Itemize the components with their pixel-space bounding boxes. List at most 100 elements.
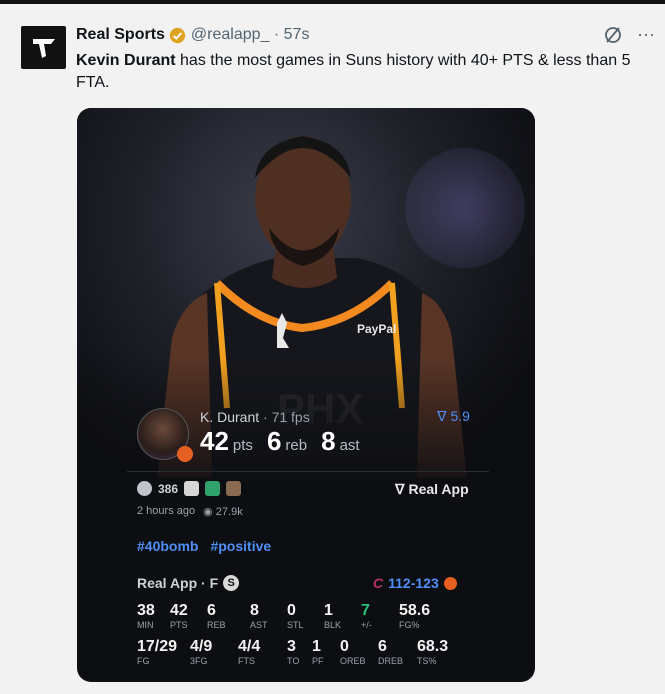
- box-cell: 6 DREB: [378, 638, 417, 667]
- box-label: TO: [287, 656, 300, 666]
- box-cell: 4/9 3FG: [190, 638, 238, 667]
- hashtag-positive[interactable]: #positive: [210, 538, 271, 554]
- box-label: PTS: [170, 620, 188, 630]
- box-value: 0: [287, 602, 296, 619]
- tweet-actions: ···: [603, 24, 655, 45]
- reactions-bar[interactable]: 386: [137, 481, 242, 496]
- real-app-logo-icon: ᐁ: [395, 481, 405, 497]
- brown-react-icon: [226, 481, 242, 496]
- tweet-text: Kevin Durant has the most games in Suns …: [76, 50, 661, 94]
- box-label: AST: [250, 620, 268, 630]
- box-value: 1: [312, 638, 321, 655]
- box-value: 68.3: [417, 638, 449, 655]
- box-cell: 42 PTS: [170, 602, 207, 631]
- handle-and-time[interactable]: @realapp_ · 57s: [191, 26, 310, 44]
- eye-icon: ◉: [203, 506, 213, 518]
- hashtags: #40bomb #positive: [137, 538, 271, 554]
- fps-rating: · 71 fps: [259, 409, 310, 425]
- box-cell: 0 OREB: [340, 638, 378, 667]
- box-value: 38: [137, 602, 155, 619]
- ast-unit: ast: [339, 437, 360, 454]
- box-value: 3: [287, 638, 296, 655]
- goat-icon: [184, 481, 200, 496]
- brand-label: Real App: [408, 481, 469, 497]
- stat-reb: 6: [266, 426, 282, 456]
- box-cell: 68.3 TS%: [417, 638, 467, 667]
- green-react-icon: [205, 481, 221, 496]
- box-cell: 8 AST: [250, 602, 287, 631]
- suns-logo-icon: [443, 576, 457, 590]
- box-label: FTS: [238, 656, 255, 666]
- box-label: OREB: [340, 656, 366, 666]
- score-text: 112-123: [388, 575, 439, 591]
- real-app-link[interactable]: ᐁ Real App: [395, 481, 469, 498]
- game-label-text: Real App · F: [137, 575, 219, 591]
- reb-unit: reb: [285, 437, 308, 454]
- box-cell: 1 PF: [312, 638, 340, 667]
- pts-unit: pts: [232, 437, 253, 454]
- player-line: K. Durant · 71 fps: [200, 409, 310, 425]
- box-value: 42: [170, 602, 188, 619]
- box-value: 0: [340, 638, 349, 655]
- player-name[interactable]: K. Durant: [200, 409, 259, 425]
- box-cell: 38 MIN: [137, 602, 170, 631]
- box-value: 6: [378, 638, 387, 655]
- s-badge: S: [223, 575, 240, 591]
- box-label: DREB: [378, 656, 404, 666]
- rating: ᐁ 5.9: [437, 408, 470, 425]
- box-label: TS%: [417, 656, 437, 666]
- box-value: 7: [361, 602, 370, 619]
- stat-ast: 8: [321, 426, 336, 456]
- box-cell: 17/29 FG: [137, 638, 190, 667]
- box-cell: 1 BLK: [324, 602, 361, 631]
- box-score-row-2: 17/29 FG 4/9 3FG 4/4 FTS 3 TO 1 PF 0 OREB 6 DRE…: [137, 638, 467, 667]
- box-cell: 3 TO: [287, 638, 312, 667]
- svg-text:PayPal: PayPal: [357, 322, 396, 336]
- game-score[interactable]: C 112-123: [373, 575, 457, 591]
- time-ago: 2 hours ago: [137, 505, 196, 517]
- box-label: BLK: [324, 620, 342, 630]
- game-label: Real App · F S: [137, 575, 240, 591]
- account-name[interactable]: Real Sports: [76, 26, 165, 44]
- verified-badge-icon: [169, 27, 186, 43]
- box-cell: 0 STL: [287, 602, 324, 631]
- box-label: PF: [312, 656, 324, 666]
- box-label: 3FG: [190, 656, 208, 666]
- tweet-header: Real Sports @realapp_ · 57s: [76, 26, 309, 44]
- box-label: FG%: [399, 620, 420, 630]
- views-count: 27.9k: [215, 506, 243, 518]
- grok-icon[interactable]: [603, 25, 623, 45]
- box-label: MIN: [137, 620, 154, 630]
- box-value: 17/29: [137, 638, 178, 655]
- headline-stats: 42 pts 6 reb 8 ast: [200, 426, 372, 457]
- team-badge-icon: [177, 446, 193, 462]
- box-cell: 4/4 FTS: [238, 638, 287, 667]
- top-bar: [0, 0, 665, 4]
- box-value: 4/4: [238, 638, 261, 655]
- box-value: 6: [207, 602, 216, 619]
- box-cell: 6 REB: [207, 602, 250, 631]
- box-label: STL: [287, 620, 304, 630]
- real-logo-icon: [32, 38, 55, 58]
- box-cell: 58.6 FG%: [399, 602, 449, 631]
- box-label: REB: [207, 620, 226, 630]
- views: ◉ 27.9k: [203, 505, 243, 518]
- box-label: +/-: [361, 620, 372, 630]
- cavaliers-logo-icon: C: [373, 575, 384, 591]
- media-card[interactable]: PayPal PHX K. Durant · 71 fps 42pts 6reb…: [77, 108, 535, 682]
- stat-pts: 42: [200, 426, 229, 456]
- box-value: 4/9: [190, 638, 213, 655]
- rating-value: 5.9: [450, 408, 470, 424]
- reaction-count: 386: [158, 481, 179, 496]
- box-value: 8: [250, 602, 259, 619]
- real-mark-icon: ᐁ: [437, 408, 447, 424]
- box-score-row-1: 38 MIN 42 PTS 6 REB 8 AST 0 STL 1 BLK 7 +/- 58.…: [137, 602, 449, 631]
- hashtag-40bomb[interactable]: #40bomb: [137, 538, 198, 554]
- post-meta: 2 hours ago ◉ 27.9k: [137, 505, 243, 518]
- tweet-text-bold[interactable]: Kevin Durant: [76, 52, 176, 69]
- divider: [127, 471, 489, 472]
- box-value: 58.6: [399, 602, 431, 619]
- box-label: FG: [137, 656, 150, 666]
- more-options-icon[interactable]: ···: [637, 24, 655, 45]
- account-avatar[interactable]: [21, 26, 66, 69]
